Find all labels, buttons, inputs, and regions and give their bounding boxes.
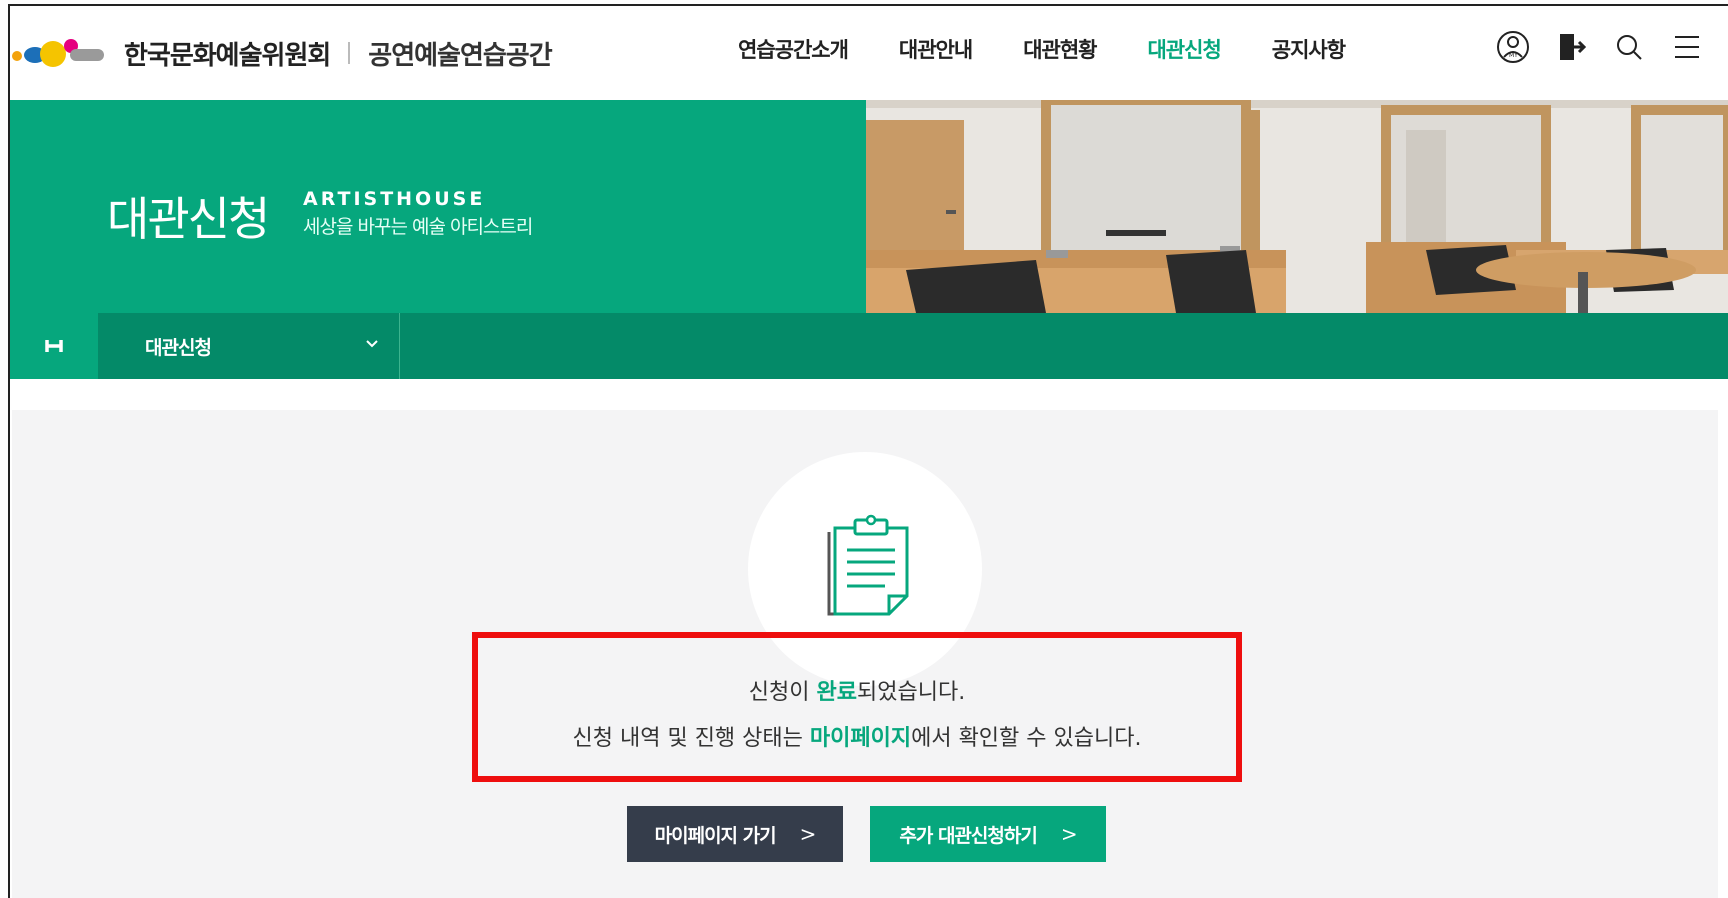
home-icon: [45, 340, 63, 352]
nav-item-notice[interactable]: 공지사항: [1272, 34, 1346, 64]
sub-visual: 대관신청 ARTISTHOUSE 세상을 바꾸는 예술 아티스트리: [10, 95, 1728, 313]
message-text: 에서 확인할 수 있습니다.: [911, 726, 1142, 751]
nav-item-rental-status[interactable]: 대관현황: [1023, 34, 1097, 64]
result-panel: 신청이 완료되었습니다. 신청 내역 및 진행 상태는 마이페이지에서 확인할 …: [12, 410, 1718, 898]
mypage-icon[interactable]: MY: [1494, 28, 1532, 66]
nav-item-rental-apply[interactable]: 대관신청: [1147, 34, 1221, 64]
mypage-guide-message: 신청 내역 및 진행 상태는 마이페이지에서 확인할 수 있습니다.: [478, 720, 1236, 752]
utility-menu: MY: [1494, 28, 1706, 66]
message-highlight-complete: 완료: [816, 680, 857, 705]
location-dropdown[interactable]: 대관신청: [98, 313, 400, 379]
chevron-down-icon: [366, 340, 378, 348]
chevron-right-icon: >: [1060, 822, 1078, 846]
arko-logo-icon: [12, 33, 124, 73]
menu-icon[interactable]: [1668, 28, 1706, 66]
message-text: 신청이: [748, 680, 817, 705]
home-button[interactable]: [10, 313, 98, 379]
visual-title-area: 대관신청 ARTISTHOUSE 세상을 바꾸는 예술 아티스트리: [10, 100, 866, 313]
message-text: 신청 내역 및 진행 상태는: [572, 726, 810, 751]
message-text: 되었습니다.: [857, 680, 966, 705]
site-name: 공연예술연습공간: [368, 40, 552, 71]
button-label: 추가 대관신청하기: [899, 824, 1037, 847]
go-mypage-button[interactable]: 마이페이지 가기 >: [627, 806, 843, 862]
visual-subtitle-ko: 세상을 바꾸는 예술 아티스트리: [303, 216, 533, 238]
completion-message-box: 신청이 완료되었습니다. 신청 내역 및 진행 상태는 마이페이지에서 확인할 …: [472, 632, 1242, 782]
completion-message: 신청이 완료되었습니다.: [478, 674, 1236, 706]
svg-text:MY: MY: [1509, 52, 1518, 59]
message-highlight-mypage: 마이페이지: [809, 726, 912, 751]
location-current: 대관신청: [145, 336, 212, 359]
site-header: 한국문화예술위원회 공연예술연습공간 연습공간소개 대관안내 대관현황 대관신청…: [10, 6, 1728, 100]
brand-divider: [348, 42, 351, 64]
org-name: 한국문화예술위원회: [124, 40, 331, 71]
chevron-right-icon: >: [799, 822, 817, 846]
main-nav: 연습공간소개 대관안내 대관현황 대관신청 공지사항: [738, 34, 1396, 64]
page-title: 대관신청: [107, 192, 270, 246]
location-bar: 대관신청: [10, 313, 1728, 379]
search-icon[interactable]: [1610, 28, 1648, 66]
clipboard-icon: [827, 514, 909, 616]
practice-room-photo: [866, 95, 1728, 313]
site-logo[interactable]: 한국문화예술위원회 공연예술연습공간: [12, 30, 553, 76]
nav-item-space-intro[interactable]: 연습공간소개: [738, 34, 849, 64]
button-label: 마이페이지 가기: [654, 824, 777, 847]
logout-icon[interactable]: [1552, 28, 1590, 66]
nav-item-rental-guide[interactable]: 대관안내: [899, 34, 973, 64]
visual-subtitle-en: ARTISTHOUSE: [303, 188, 486, 210]
additional-rental-button[interactable]: 추가 대관신청하기 >: [870, 806, 1106, 862]
